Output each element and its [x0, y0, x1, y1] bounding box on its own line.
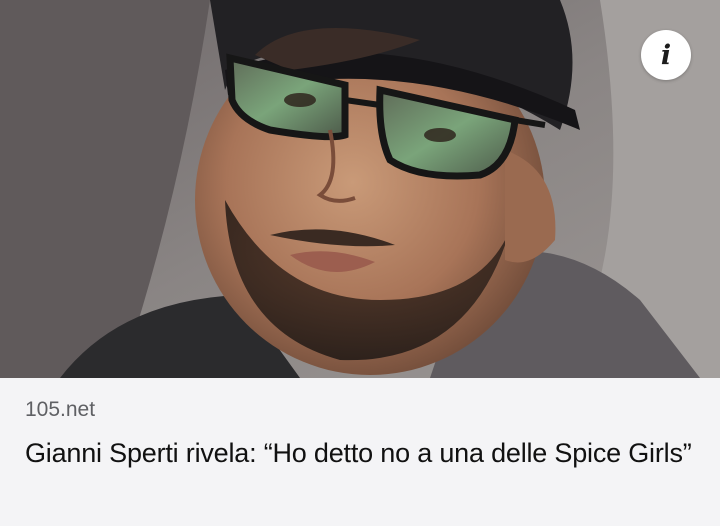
article-headline[interactable]: Gianni Sperti rivela: “Ho detto no a una…: [25, 435, 705, 472]
info-button[interactable]: i: [641, 30, 691, 80]
source-domain: 105.net: [25, 398, 96, 421]
info-icon: i: [660, 39, 672, 71]
article-photo[interactable]: i: [0, 0, 720, 378]
man-selfie-image: [0, 0, 720, 378]
link-caption[interactable]: 105.net Gianni Sperti rivela: “Ho detto …: [0, 378, 720, 526]
link-preview-card[interactable]: i 105.net Gianni Sperti rivela: “Ho dett…: [0, 0, 720, 526]
